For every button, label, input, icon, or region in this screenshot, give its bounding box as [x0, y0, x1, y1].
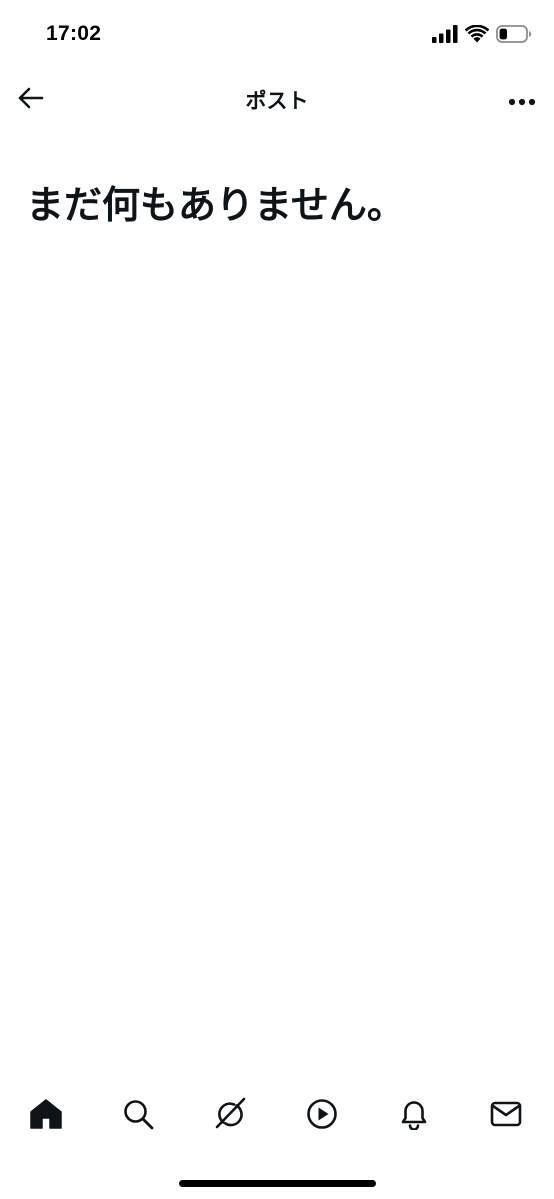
bottom-nav: [0, 1082, 554, 1148]
status-icons: [432, 24, 532, 48]
post-screen: 17:02 ポスト まだ何もありません。: [0, 0, 554, 1199]
home-indicator[interactable]: [179, 1180, 376, 1187]
nav-notifications[interactable]: [392, 1094, 436, 1138]
play-circle-icon: [306, 1098, 338, 1134]
search-icon: [122, 1098, 154, 1134]
mail-icon: [490, 1100, 522, 1132]
wifi-icon: [464, 24, 490, 47]
home-icon: [29, 1098, 63, 1134]
nav-home[interactable]: [24, 1094, 68, 1138]
grok-icon: [212, 1096, 248, 1136]
bell-icon: [399, 1098, 429, 1134]
more-horizontal-icon: [508, 91, 536, 110]
page-title: ポスト: [245, 89, 309, 113]
battery-icon: [496, 25, 532, 47]
nav-search[interactable]: [116, 1094, 160, 1138]
header-bar: ポスト: [0, 70, 554, 128]
empty-state-title: まだ何もありません。: [26, 183, 405, 227]
nav-grok[interactable]: [208, 1094, 252, 1138]
more-options-button[interactable]: [502, 80, 542, 120]
status-time: 17:02: [46, 22, 102, 45]
nav-messages[interactable]: [484, 1094, 528, 1138]
status-bar: 17:02: [0, 0, 554, 70]
nav-video[interactable]: [300, 1094, 344, 1138]
cellular-signal-icon: [432, 25, 458, 47]
